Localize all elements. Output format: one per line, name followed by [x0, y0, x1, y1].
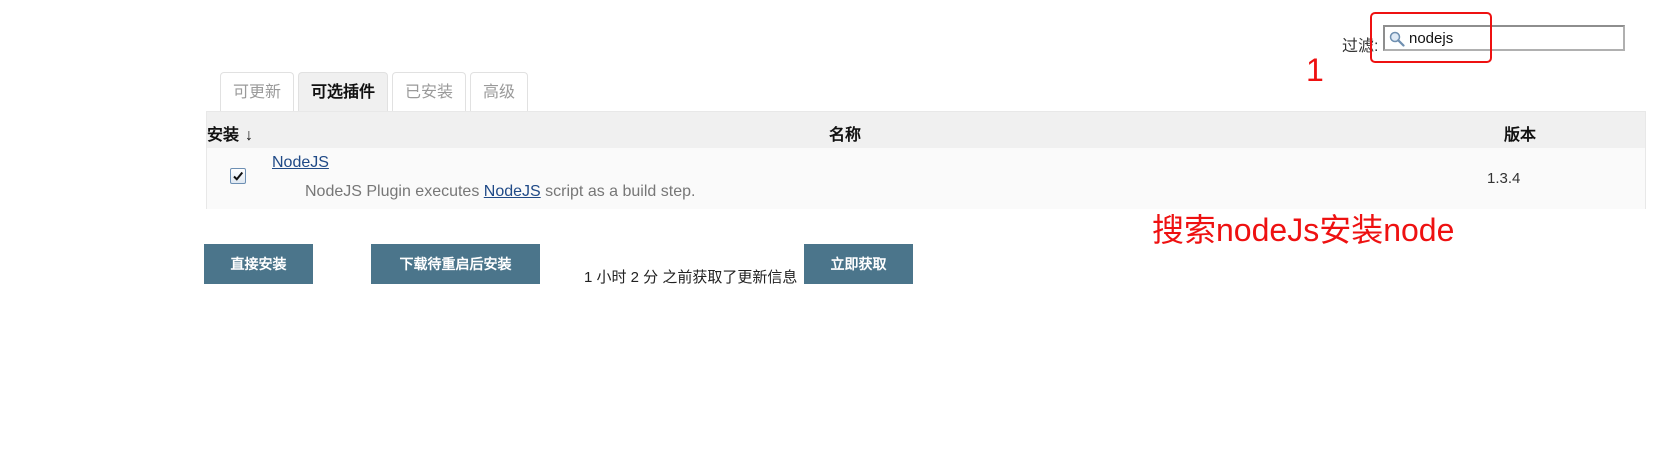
download-restart-button[interactable]: 下载待重启后安装 [371, 244, 540, 284]
annotation-number: 1 [1306, 52, 1324, 88]
plugin-name-link[interactable]: NodeJS [272, 154, 329, 172]
plugin-version: 1.3.4 [1487, 170, 1521, 187]
check-icon [233, 171, 244, 181]
tab-updates[interactable]: 可更新 [220, 72, 294, 112]
tab-installed[interactable]: 已安装 [392, 72, 466, 112]
plugin-description: NodeJS Plugin executes NodeJS script as … [305, 183, 695, 201]
annotation-note: 搜索nodeJs安装node [1152, 212, 1455, 248]
plugin-desc-suffix: script as a build step. [540, 183, 696, 200]
header-install-label: 安装 [207, 127, 240, 144]
header-install[interactable]: 安装 ↓ [207, 121, 253, 145]
sort-arrow-icon: ↓ [245, 127, 254, 144]
install-now-button[interactable]: 直接安装 [204, 244, 313, 284]
header-name[interactable]: 名称 [829, 121, 861, 145]
tab-available[interactable]: 可选插件 [298, 72, 388, 112]
plugin-desc-prefix: NodeJS Plugin executes [305, 183, 484, 200]
tab-advanced[interactable]: 高级 [470, 72, 528, 112]
plugin-table: 安装 ↓ 名称 版本 NodeJS NodeJS Plugin executes … [206, 111, 1646, 209]
header-version[interactable]: 版本 [1504, 121, 1536, 145]
update-info-text: 1 小时 2 分 之前获取了更新信息 [584, 269, 798, 286]
annotation-highlight-box [1370, 12, 1492, 63]
fetch-now-button[interactable]: 立即获取 [804, 244, 913, 284]
table-header: 安装 ↓ 名称 版本 [207, 112, 1645, 148]
plugin-desc-link[interactable]: NodeJS [484, 183, 541, 200]
table-row: NodeJS NodeJS Plugin executes NodeJS scr… [207, 148, 1645, 209]
install-checkbox[interactable] [230, 168, 246, 184]
